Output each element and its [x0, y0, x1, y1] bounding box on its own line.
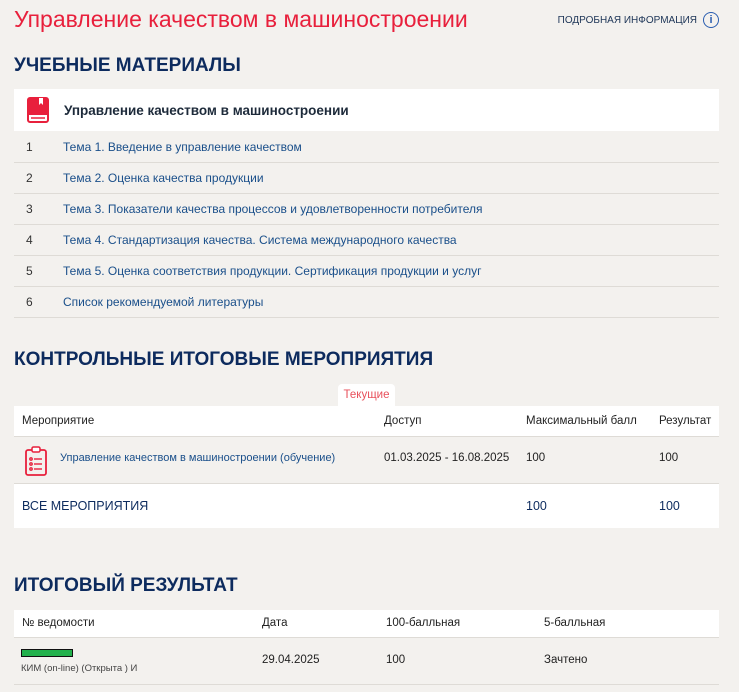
- tab-current[interactable]: Текущие: [338, 384, 395, 407]
- checklist-icon: [25, 446, 47, 476]
- material-number: 4: [26, 233, 33, 247]
- col-result: Результат: [659, 415, 712, 427]
- final-date: 29.04.2025: [262, 654, 320, 666]
- course-header: Управление качеством в машиностроении: [14, 89, 719, 131]
- material-item: 3 Тема 3. Показатели качества процессов и…: [14, 194, 719, 225]
- final-score100: 100: [386, 654, 406, 666]
- final-table-header: № ведомости Дата 100-балльная 5-балльная: [14, 610, 719, 637]
- page-title: Управление качеством в машиностроении: [14, 6, 468, 32]
- material-item: 6 Список рекомендуемой литературы: [14, 287, 719, 318]
- events-heading: КОНТРОЛЬНЫЕ ИТОГОВЫЕ МЕРОПРИЯТИЯ: [14, 349, 434, 370]
- material-number: 2: [26, 171, 33, 185]
- details-link[interactable]: ПОДРОБНАЯ ИНФОРМАЦИЯ i: [558, 12, 719, 28]
- materials-heading: УЧЕБНЫЕ МАТЕРИАЛЫ: [14, 55, 241, 76]
- material-link[interactable]: Тема 3. Показатели качества процессов и …: [63, 202, 482, 216]
- material-number: 6: [26, 295, 33, 309]
- material-item: 2 Тема 2. Оценка качества продукции: [14, 163, 719, 194]
- col-date: Дата: [262, 617, 288, 629]
- material-link[interactable]: Тема 1. Введение в управление качеством: [63, 140, 302, 154]
- final-heading: ИТОГОВЫЙ РЕЗУЛЬТАТ: [14, 575, 238, 596]
- event-link[interactable]: Управление качеством в машиностроении (о…: [60, 452, 335, 464]
- col-event: Мероприятие: [22, 415, 95, 427]
- total-label: ВСЕ МЕРОПРИЯТИЯ: [22, 499, 149, 513]
- book-icon: [27, 97, 49, 123]
- material-item: 1 Тема 1. Введение в управление качеством: [14, 132, 719, 163]
- events-table-header: Мероприятие Доступ Максимальный балл Рез…: [14, 406, 719, 436]
- events-total-row: ВСЕ МЕРОПРИЯТИЯ 100 100: [14, 484, 719, 528]
- material-number: 1: [26, 140, 33, 154]
- total-result: 100: [659, 499, 680, 513]
- material-link[interactable]: Тема 4. Стандартизация качества. Система…: [63, 233, 457, 247]
- final-row: КИМ (on-line) (Открыта ) И 29.04.2025 10…: [14, 638, 719, 684]
- material-number: 5: [26, 264, 33, 278]
- col-max: Максимальный балл: [526, 415, 637, 427]
- final-score5: Зачтено: [544, 654, 588, 666]
- event-access: 01.03.2025 - 16.08.2025: [384, 452, 510, 464]
- material-number: 3: [26, 202, 33, 216]
- event-max: 100: [526, 452, 546, 464]
- material-item: 5 Тема 5. Оценка соответствия продукции. …: [14, 256, 719, 287]
- col-sheet: № ведомости: [22, 617, 95, 629]
- col-access: Доступ: [384, 415, 422, 427]
- material-link[interactable]: Тема 2. Оценка качества продукции: [63, 171, 264, 185]
- event-row: Управление качеством в машиностроении (о…: [14, 437, 719, 483]
- col-5: 5-балльная: [544, 617, 606, 629]
- event-result: 100: [659, 452, 679, 464]
- status-indicator: [21, 649, 73, 657]
- info-icon: i: [703, 12, 719, 28]
- col-100: 100-балльная: [386, 617, 461, 629]
- course-title: Управление качеством в машиностроении: [64, 102, 349, 118]
- material-link[interactable]: Тема 5. Оценка соответствия продукции. С…: [63, 264, 481, 278]
- details-link-label: ПОДРОБНАЯ ИНФОРМАЦИЯ: [557, 14, 697, 26]
- sheet-name: КИМ (on-line) (Открыта ) И: [21, 663, 138, 674]
- material-item: 4 Тема 4. Стандартизация качества. Систем…: [14, 225, 719, 256]
- total-max: 100: [526, 499, 547, 513]
- material-link[interactable]: Список рекомендуемой литературы: [63, 295, 263, 309]
